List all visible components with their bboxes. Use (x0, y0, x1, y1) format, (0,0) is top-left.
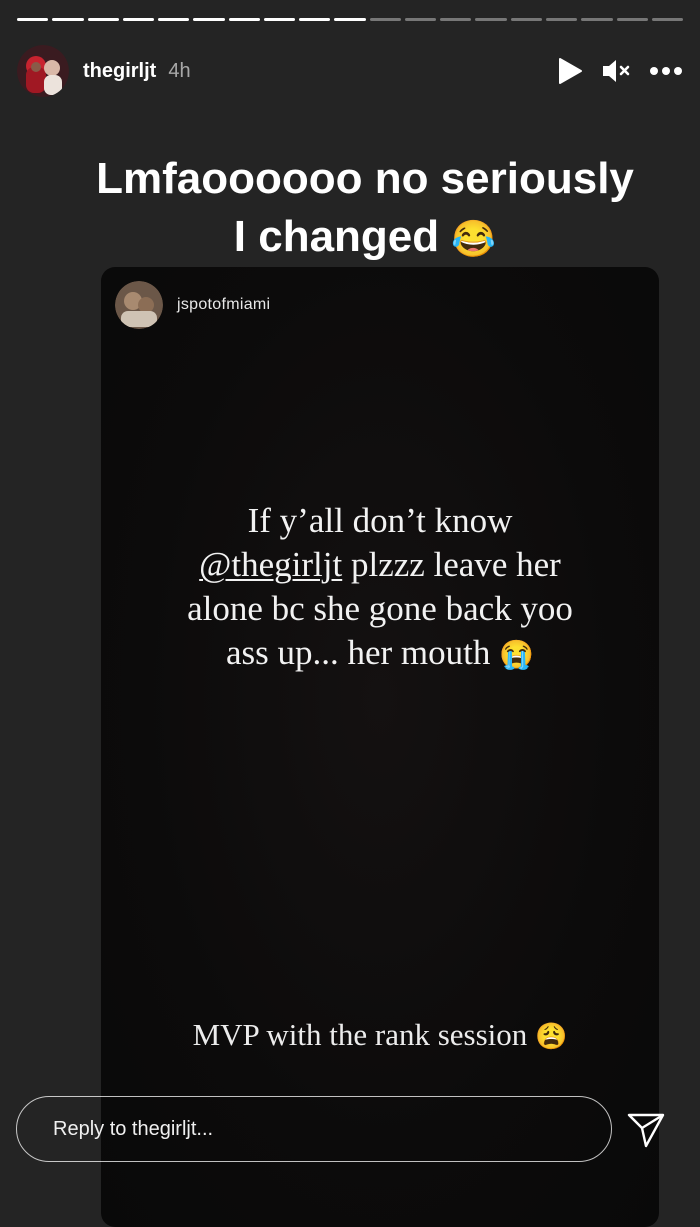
progress-segment (651, 18, 684, 21)
story-caption: Lmfaoooooo no seriously I changed 😂 (0, 150, 700, 268)
play-icon[interactable] (557, 57, 583, 85)
caption-line-1: Lmfaoooooo no seriously (96, 154, 634, 203)
repost-footer-text: MVP with the rank session (192, 1017, 536, 1052)
profile-avatar[interactable] (17, 45, 69, 97)
progress-segment (299, 18, 331, 21)
story-controls (557, 57, 683, 85)
progress-segment (510, 18, 542, 21)
story-header: thegirljt 4h (17, 44, 683, 98)
repost-line-3: alone bc she gone back yoo (187, 589, 573, 628)
repost-header: jspotofmiami (115, 281, 270, 329)
story-timestamp: 4h (168, 59, 191, 82)
crying-emoji-icon: 😭 (499, 640, 535, 671)
reply-input[interactable] (51, 1097, 595, 1162)
progress-segment (17, 18, 49, 21)
mention-link[interactable]: @thegirljt (199, 545, 342, 584)
story-progress-bar (17, 18, 684, 21)
progress-segment (404, 18, 437, 21)
reply-bar (16, 1096, 686, 1166)
reposted-story-card[interactable]: jspotofmiami If y’all don’t know @thegir… (101, 267, 659, 1227)
progress-segment (87, 18, 119, 21)
speaker-muted-icon[interactable] (601, 57, 631, 85)
progress-segment (193, 18, 225, 21)
tears-of-joy-emoji-icon: 😂 (451, 218, 497, 259)
caption-line-2: I changed (233, 212, 440, 261)
progress-segment (369, 18, 401, 21)
repost-line-2: plzzz leave her (342, 545, 561, 584)
progress-segment (581, 18, 613, 21)
weary-face-emoji-icon: 😩 (535, 1022, 568, 1051)
story-username[interactable]: thegirljt (83, 60, 156, 83)
send-icon[interactable] (626, 1110, 666, 1150)
progress-segment (616, 18, 648, 21)
repost-footer: MVP with the rank session 😩 (101, 1017, 659, 1053)
progress-segment (440, 18, 472, 21)
progress-segment (52, 18, 84, 21)
repost-avatar[interactable] (115, 281, 163, 329)
progress-segment (263, 18, 296, 21)
progress-segment (228, 18, 260, 21)
repost-line-4: ass up... her mouth (225, 633, 500, 672)
repost-line-1: If y’all don’t know (247, 501, 513, 540)
progress-segment (334, 18, 366, 21)
progress-segment (545, 18, 578, 21)
progress-segment (122, 18, 155, 21)
repost-message: If y’all don’t know @thegirljt plzzz lea… (101, 499, 659, 678)
repost-username[interactable]: jspotofmiami (177, 296, 270, 314)
more-options-icon[interactable] (649, 66, 683, 76)
progress-segment (475, 18, 507, 21)
progress-segment (158, 18, 190, 21)
reply-field-container (16, 1096, 612, 1162)
